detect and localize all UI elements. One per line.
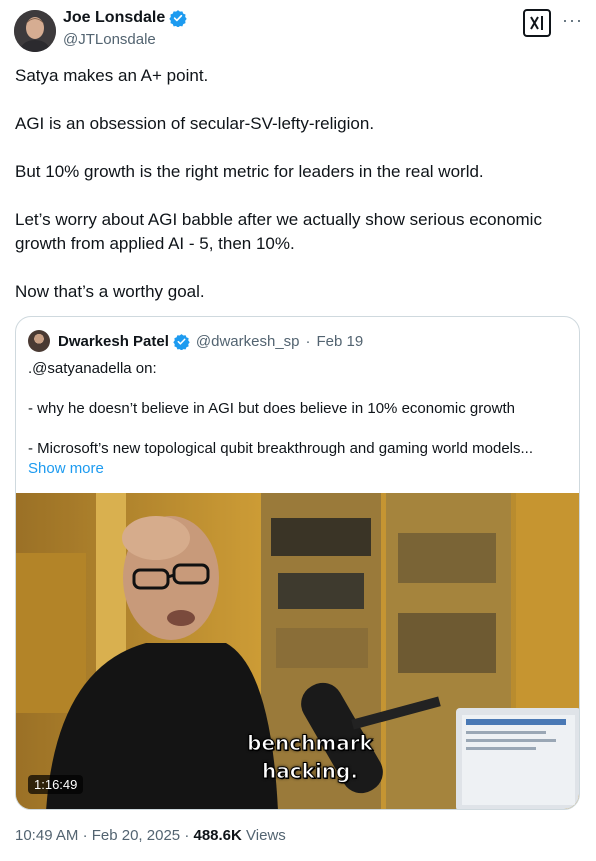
more-icon[interactable]: ··· bbox=[562, 10, 583, 31]
author-avatar[interactable] bbox=[14, 10, 56, 52]
tweet-footer: 10:49 AM · Feb 20, 2025 · 488.6K Views bbox=[15, 827, 286, 844]
verified-badge-icon bbox=[169, 9, 187, 27]
show-more-link[interactable]: Show more bbox=[28, 459, 568, 479]
tweet-paragraph: Now that’s a worthy goal. bbox=[15, 282, 205, 301]
views-count: 488.6K bbox=[193, 827, 242, 844]
quote-author-name[interactable]: Dwarkesh Patel bbox=[58, 333, 169, 350]
quote-line: - why he doesn’t believe in AGI but does… bbox=[28, 400, 515, 417]
verified-badge-icon bbox=[173, 333, 190, 350]
author-name-row: Joe Lonsdale bbox=[63, 9, 187, 27]
views-label: Views bbox=[246, 827, 286, 844]
quote-line: - Microsoft’s new topological qubit brea… bbox=[28, 440, 533, 457]
tweet-date[interactable]: Feb 20, 2025 bbox=[92, 827, 180, 844]
quote-header: Dwarkesh Patel @dwarkesh_sp · Feb 19 bbox=[28, 330, 363, 352]
quote-text: .@satyanadella on: - why he doesn’t beli… bbox=[28, 359, 568, 499]
quoted-tweet[interactable]: Dwarkesh Patel @dwarkesh_sp · Feb 19 .@s… bbox=[15, 316, 580, 810]
footer-separator: · bbox=[184, 827, 190, 844]
quote-video[interactable]: benchmark hacking. 1:16:49 bbox=[16, 493, 579, 809]
quote-line: .@satyanadella on: bbox=[28, 360, 157, 377]
quote-author-handle[interactable]: @dwarkesh_sp bbox=[196, 333, 300, 350]
tweet-paragraph: Let’s worry about AGI babble after we ac… bbox=[15, 210, 542, 253]
tweet-paragraph: AGI is an obsession of secular-SV-lefty-… bbox=[15, 114, 375, 133]
quote-author-avatar[interactable] bbox=[28, 330, 50, 352]
tweet-paragraph: Satya makes an A+ point. bbox=[15, 66, 209, 85]
tweet-text: Satya makes an A+ point. AGI is an obses… bbox=[15, 64, 575, 328]
video-caption: benchmark hacking. bbox=[247, 731, 374, 784]
quote-date[interactable]: Feb 19 bbox=[317, 333, 364, 350]
author-handle[interactable]: @JTLonsdale bbox=[63, 31, 156, 48]
grok-icon[interactable] bbox=[523, 9, 551, 37]
author-display-name[interactable]: Joe Lonsdale bbox=[63, 9, 165, 27]
footer-separator: · bbox=[82, 827, 88, 844]
tweet-time[interactable]: 10:49 AM bbox=[15, 827, 78, 844]
video-duration: 1:16:49 bbox=[28, 775, 84, 794]
tweet-paragraph: But 10% growth is the right metric for l… bbox=[15, 162, 484, 181]
quote-meta-separator: · bbox=[305, 332, 311, 350]
